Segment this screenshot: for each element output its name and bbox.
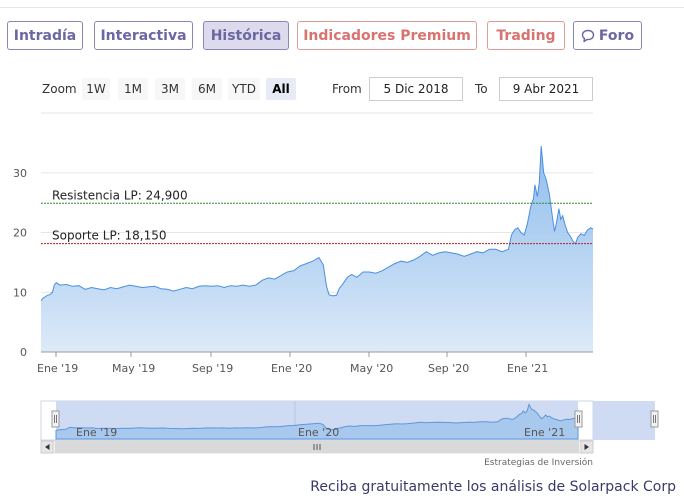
x-axis-ticks: Ene '19 May '19 Sep '19 Ene '20 May '20 Sep '…	[37, 352, 548, 375]
price-area	[41, 146, 593, 352]
tab-label: Histórica	[210, 27, 282, 44]
navigator-area	[55, 403, 579, 440]
price-chart: Resistencia LP: 24,900 Soporte LP: 18,15…	[13, 112, 659, 468]
tab-trading[interactable]: Trading	[487, 21, 565, 50]
navigator-handle-left[interactable]	[51, 410, 60, 428]
x-tick-label: Ene '21	[507, 362, 548, 375]
zoom-button-label: All	[272, 82, 290, 96]
tab-label: Intradía	[13, 27, 77, 44]
tab-label: Foro	[598, 27, 635, 44]
tab-label: Indicadores Premium	[303, 27, 471, 44]
tab-intradia[interactable]: Intradía	[7, 21, 83, 50]
navigator-overflow	[593, 401, 655, 440]
chart-gridlines	[41, 112, 593, 293]
top-divider	[0, 7, 684, 8]
arrow-right-icon	[584, 444, 589, 450]
zoom-label: Zoom	[42, 82, 77, 96]
scrollbar-track[interactable]	[40, 440, 594, 454]
tab-foro[interactable]: Foro	[573, 21, 642, 50]
tab-indicadores-premium[interactable]: Indicadores Premium	[297, 21, 477, 50]
navigator-selection[interactable]	[56, 401, 578, 440]
scrollbar-thumb[interactable]	[55, 441, 579, 453]
zoom-button-3m[interactable]: 3M	[155, 78, 185, 100]
navigator-tick-label: Ene '19	[76, 426, 117, 439]
y-axis-ticks: 0 10 20 30	[13, 167, 27, 359]
scroll-right-button[interactable]	[580, 440, 594, 454]
y-tick-label: 10	[13, 286, 27, 299]
zoom-button-label: 6M	[198, 82, 216, 96]
footer-text: Reciba gratuitamente los análisis de Sol…	[310, 479, 676, 495]
zoom-button-1w[interactable]: 1W	[82, 78, 110, 100]
chart-credit: Estrategias de Inversión	[484, 457, 593, 468]
support-label: Soporte LP: 18,150	[52, 229, 167, 243]
zoom-button-label: 1W	[86, 82, 106, 96]
footer-promo-link[interactable]: Reciba gratuitamente los análisis de Sol…	[310, 479, 676, 495]
y-tick-label: 30	[13, 167, 27, 180]
resistance-label: Resistencia LP: 24,900	[52, 188, 188, 202]
tab-historica[interactable]: Histórica	[203, 21, 289, 50]
x-tick-label: May '19	[112, 362, 155, 375]
navigator-tick-label: Ene '21	[524, 426, 565, 439]
to-label: To	[475, 82, 488, 96]
x-tick-label: Ene '19	[37, 362, 78, 375]
navigator-handle-far[interactable]	[650, 410, 659, 428]
navigator-tick-label: Ene '20	[298, 426, 339, 439]
scroll-left-button[interactable]	[40, 440, 54, 454]
navigator-frame	[40, 400, 594, 441]
from-date-input[interactable]: 5 Dic 2018	[369, 77, 463, 101]
from-label: From	[332, 82, 362, 96]
tab-label: Trading	[496, 27, 556, 44]
zoom-button-label: 3M	[161, 82, 179, 96]
x-tick-label: Ene '20	[271, 362, 312, 375]
zoom-button-6m[interactable]: 6M	[192, 78, 222, 100]
zoom-button-label: 1M	[124, 82, 142, 96]
tab-interactiva[interactable]: Interactiva	[94, 21, 193, 50]
x-tick-label: May '20	[350, 362, 393, 375]
zoom-button-ytd[interactable]: YTD	[228, 78, 260, 100]
y-tick-label: 20	[13, 227, 27, 240]
zoom-button-1m[interactable]: 1M	[118, 78, 148, 100]
y-tick-label: 0	[20, 346, 27, 359]
x-tick-label: Sep '20	[428, 362, 469, 375]
scrollbar-grip-icon	[313, 444, 321, 450]
navigator-ticks: Ene '19 Ene '20 Ene '21	[76, 426, 565, 439]
price-line	[40, 145, 594, 301]
chat-bubble-icon	[581, 29, 595, 43]
arrow-left-icon	[45, 444, 50, 450]
zoom-button-label: YTD	[232, 82, 256, 96]
zoom-button-all[interactable]: All	[266, 78, 296, 100]
navigator-handle-right[interactable]	[574, 410, 583, 428]
x-tick-label: Sep '19	[192, 362, 233, 375]
to-date-input[interactable]: 9 Abr 2021	[499, 77, 593, 101]
tab-label: Interactiva	[100, 27, 187, 44]
